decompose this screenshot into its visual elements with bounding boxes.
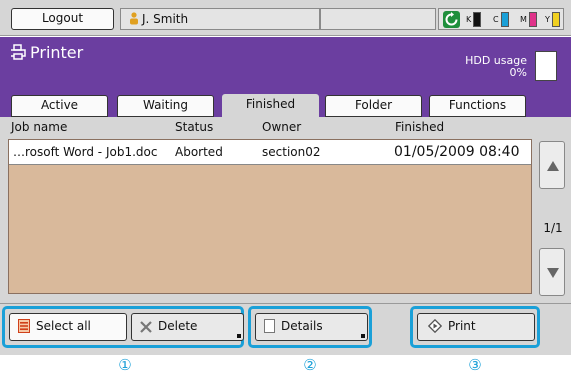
delete-x-icon [140, 321, 152, 333]
hdd-usage-meter [535, 51, 557, 81]
hdd-usage-value: 0% [509, 66, 527, 79]
refresh-icon[interactable] [443, 11, 460, 28]
page-indicator: 1/1 [543, 221, 563, 235]
ink-m-label: M [520, 15, 527, 24]
tab-folder[interactable]: Folder [325, 95, 422, 117]
page-title-text: Printer [30, 43, 84, 62]
status-cell: Aborted [175, 145, 223, 159]
print-label: Print [448, 319, 476, 333]
job-name-cell: …rosoft Word - Job1.doc [13, 145, 158, 159]
ink-m: M [520, 12, 537, 27]
submenu-indicator [237, 334, 241, 338]
job-list: …rosoft Word - Job1.doc Aborted section0… [8, 139, 532, 294]
triangle-up-icon [547, 161, 559, 171]
action-bar: Select all Delete Details Print [0, 303, 571, 355]
print-diamond-icon [427, 318, 443, 334]
callout-number-2: ② [303, 356, 317, 374]
user-name: J. Smith [142, 12, 189, 26]
tab-finished[interactable]: Finished [222, 94, 319, 118]
details-button[interactable]: Details [255, 313, 368, 341]
printer-icon [11, 44, 26, 60]
scroll-down-button[interactable] [539, 248, 565, 296]
triangle-down-icon [547, 268, 559, 278]
user-icon [130, 12, 138, 25]
ink-k-label: K [466, 15, 472, 24]
column-owner: Owner [262, 120, 302, 134]
ink-levels: K C M Y [438, 8, 564, 30]
user-indicator: J. Smith [120, 8, 320, 30]
ink-c-bar [500, 12, 509, 27]
submenu-indicator [361, 334, 365, 338]
ink-y: Y [545, 12, 560, 27]
ink-k: K [466, 12, 482, 27]
ink-k-bar [473, 12, 482, 27]
tab-waiting[interactable]: Waiting [117, 95, 214, 117]
logout-button[interactable]: Logout [11, 8, 114, 30]
table-row[interactable]: …rosoft Word - Job1.doc Aborted section0… [9, 140, 531, 165]
ink-m-bar [528, 12, 537, 27]
ink-y-label: Y [545, 15, 550, 24]
hdd-usage: HDD usage 0% [465, 55, 527, 79]
tab-functions[interactable]: Functions [429, 95, 526, 117]
status-area [320, 8, 436, 30]
delete-button[interactable]: Delete [131, 313, 244, 341]
column-job-name: Job name [11, 120, 68, 134]
select-all-button[interactable]: Select all [9, 313, 127, 341]
job-list-panel: Job name Status Owner Finished …rosoft W… [0, 117, 571, 303]
list-icon [18, 319, 30, 333]
finished-cell: 01/05/2009 08:40 [394, 144, 520, 160]
select-all-label: Select all [36, 319, 91, 333]
callout-number-1: ① [118, 356, 132, 374]
details-label: Details [281, 319, 323, 333]
ink-c: C [493, 12, 509, 27]
ink-y-bar [551, 12, 560, 27]
delete-label: Delete [158, 319, 198, 333]
document-icon [264, 319, 275, 333]
ink-c-label: C [493, 15, 499, 24]
scroll-up-button[interactable] [539, 141, 565, 189]
owner-cell: section02 [262, 145, 321, 159]
status-bar: Logout J. Smith K C M Y [0, 0, 571, 36]
callout-number-3: ③ [468, 356, 482, 374]
column-status: Status [175, 120, 214, 134]
tab-active[interactable]: Active [11, 95, 108, 117]
page-title: Printer [10, 43, 83, 62]
column-finished: Finished [395, 120, 445, 134]
print-button[interactable]: Print [417, 313, 535, 341]
